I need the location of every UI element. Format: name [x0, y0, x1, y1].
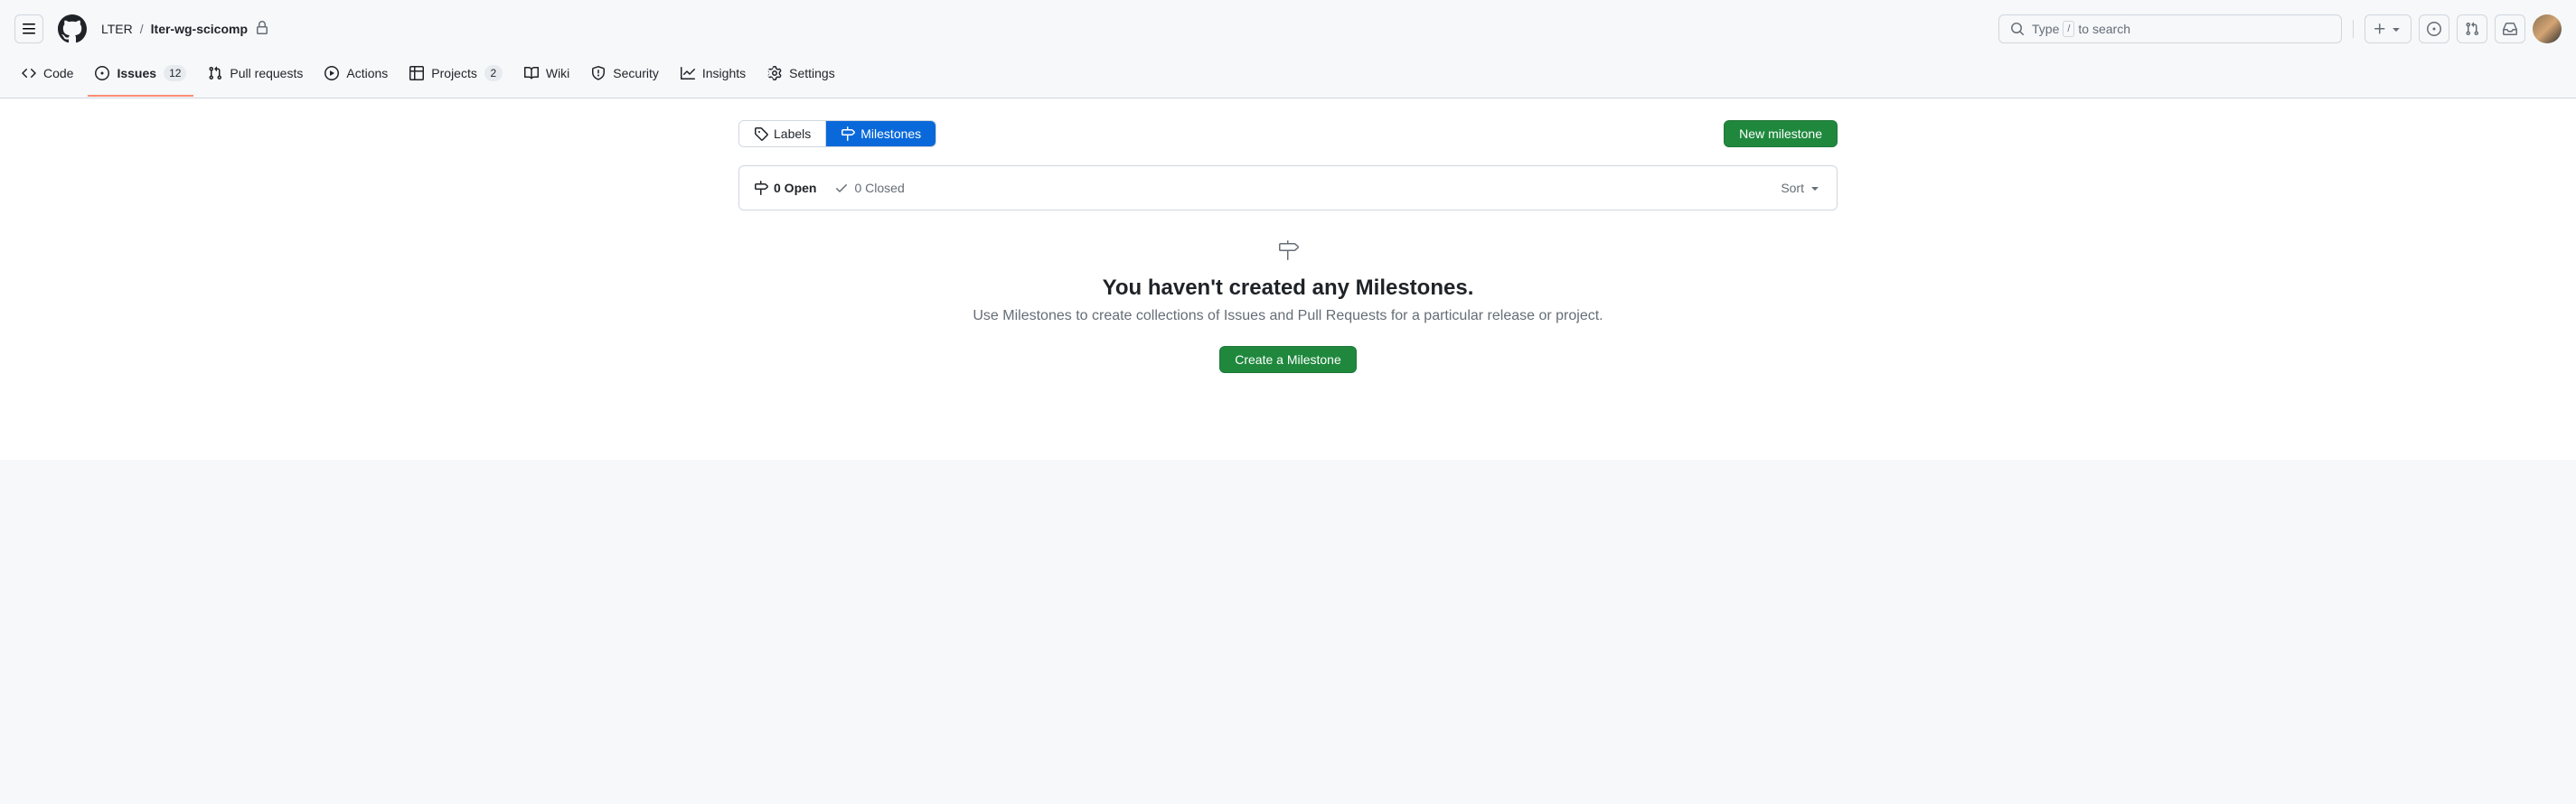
blankslate-title: You haven't created any Milestones.: [738, 276, 1838, 301]
breadcrumb-separator: /: [140, 22, 144, 36]
create-milestone-button[interactable]: Create a Milestone: [1219, 346, 1357, 373]
search-icon: [2010, 22, 2025, 36]
book-icon: [524, 66, 539, 80]
github-logo[interactable]: [58, 14, 87, 43]
lock-icon: [255, 21, 269, 38]
triangle-down-icon: [1808, 181, 1822, 195]
create-new-button[interactable]: [2364, 14, 2411, 43]
check-icon: [834, 181, 849, 195]
plus-icon: [2373, 22, 2387, 36]
tab-issues[interactable]: Issues 12: [88, 58, 193, 98]
tab-wiki[interactable]: Wiki: [517, 59, 577, 97]
breadcrumb: LTER / lter-wg-scicomp: [101, 21, 269, 38]
divider: [2353, 20, 2354, 38]
play-icon: [324, 66, 339, 80]
graph-icon: [681, 66, 695, 80]
tag-icon: [754, 126, 768, 141]
pull-requests-button[interactable]: [2457, 14, 2487, 43]
blankslate-description: Use Milestones to create collections of …: [738, 308, 1838, 324]
tab-actions[interactable]: Actions: [317, 59, 395, 97]
repo-nav: Code Issues 12 Pull requests Actions Pro…: [0, 58, 2576, 98]
new-milestone-button[interactable]: New milestone: [1724, 120, 1838, 147]
labels-tab[interactable]: Labels: [739, 121, 826, 146]
hamburger-icon: [22, 22, 36, 36]
issue-opened-icon: [2427, 22, 2441, 36]
tab-settings[interactable]: Settings: [760, 59, 842, 97]
search-placeholder: Type / to search: [2032, 21, 2130, 37]
milestone-icon: [841, 126, 855, 141]
tab-pull-requests[interactable]: Pull requests: [201, 59, 310, 97]
tab-code[interactable]: Code: [14, 59, 80, 97]
table-icon: [409, 66, 424, 80]
issues-counter: 12: [164, 65, 186, 81]
projects-counter: 2: [484, 65, 503, 81]
shield-icon: [591, 66, 606, 80]
breadcrumb-owner[interactable]: LTER: [101, 22, 133, 36]
git-pull-request-icon: [2465, 22, 2479, 36]
gear-icon: [767, 66, 782, 80]
notifications-button[interactable]: [2495, 14, 2525, 43]
milestone-icon: [754, 181, 768, 195]
user-avatar[interactable]: [2533, 14, 2562, 43]
tab-security[interactable]: Security: [584, 59, 666, 97]
list-header: 0 Open 0 Closed Sort: [738, 165, 1838, 210]
sort-button[interactable]: Sort: [1781, 181, 1822, 195]
closed-filter[interactable]: 0 Closed: [834, 181, 904, 195]
breadcrumb-repo[interactable]: lter-wg-scicomp: [151, 22, 248, 36]
git-pull-request-icon: [208, 66, 222, 80]
github-icon: [58, 14, 87, 43]
blankslate: You haven't created any Milestones. Use …: [738, 210, 1838, 402]
issue-opened-icon: [95, 66, 109, 80]
milestones-tab[interactable]: Milestones: [826, 121, 935, 146]
tab-insights[interactable]: Insights: [673, 59, 753, 97]
pill-nav: Labels Milestones: [738, 120, 936, 147]
search-input[interactable]: Type / to search: [1998, 14, 2342, 43]
issues-button[interactable]: [2419, 14, 2449, 43]
code-icon: [22, 66, 36, 80]
hamburger-menu-button[interactable]: [14, 14, 43, 43]
inbox-icon: [2503, 22, 2517, 36]
milestone-icon: [738, 239, 1838, 261]
open-filter[interactable]: 0 Open: [754, 181, 816, 195]
triangle-down-icon: [2389, 22, 2403, 36]
tab-projects[interactable]: Projects 2: [402, 58, 510, 98]
